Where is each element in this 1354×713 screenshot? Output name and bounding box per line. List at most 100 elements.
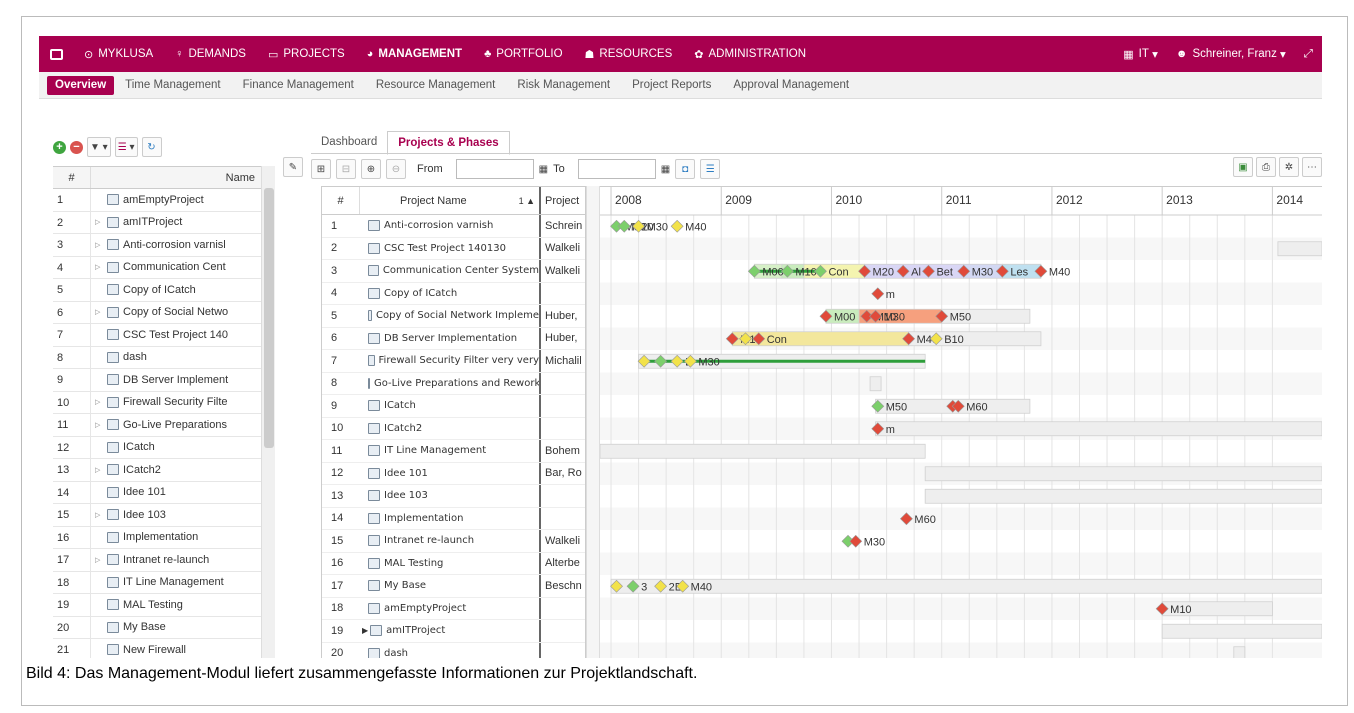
gantt-row[interactable]: 14 Implementation: [322, 507, 585, 530]
settings-icon[interactable]: ✲: [1279, 157, 1299, 177]
expand-icon[interactable]: ▷: [95, 511, 107, 519]
gantt-row[interactable]: 15 Intranet re-launch Walkeli: [322, 530, 585, 553]
tree-row[interactable]: 4 ▷ Communication Cent: [53, 256, 275, 279]
calendar-icon[interactable]: ▦: [539, 164, 548, 175]
gantt-row[interactable]: 8 Go-Live Preparations and Rework: [322, 372, 585, 395]
gantt-row[interactable]: 18 amEmptyProject: [322, 597, 585, 620]
tab-projects-phases[interactable]: Projects & Phases: [387, 131, 510, 155]
gantt-row[interactable]: 7 Firewall Security Filter very very Micha…: [322, 350, 585, 373]
gantt-row[interactable]: 16 MAL Testing Alterbe: [322, 552, 585, 575]
nav-portfolio[interactable]: ♣ PORTFOLIO: [473, 36, 573, 72]
expand-icon[interactable]: ▷: [95, 241, 107, 249]
collapse-panel-button[interactable]: ✎: [283, 157, 303, 177]
tree-row[interactable]: 7 CSC Test Project 140: [53, 324, 275, 347]
export-icon[interactable]: ▣: [1233, 157, 1253, 177]
tree-row[interactable]: 18 IT Line Management: [53, 571, 275, 594]
filter-dropdown[interactable]: ▼ ▾: [87, 137, 111, 157]
view-dropdown[interactable]: ☰ ▾: [114, 137, 138, 157]
year-label: 2008: [615, 193, 642, 207]
apply-filter-button[interactable]: ◘: [675, 159, 696, 179]
gantt-row[interactable]: 13 Idee 103: [322, 485, 585, 508]
gantt-row[interactable]: 3 Communication Center System Walkeli: [322, 260, 585, 283]
tree-row[interactable]: 6 ▷ Copy of Social Netwo: [53, 301, 275, 324]
expand-icon[interactable]: ▷: [95, 421, 107, 429]
gantt-row[interactable]: 2 CSC Test Project 140130 Walkeli: [322, 237, 585, 260]
tree-row[interactable]: 9 DB Server Implement: [53, 369, 275, 392]
expand-icon[interactable]: ▷: [95, 556, 107, 564]
col-project-manager-header[interactable]: Project: [541, 187, 585, 214]
subnav-overview[interactable]: Overview: [47, 75, 115, 95]
nav-resources[interactable]: ☗ RESOURCES: [574, 36, 684, 72]
left-scrollbar[interactable]: [261, 166, 275, 658]
tree-row[interactable]: 17 ▷ Intranet re-launch: [53, 549, 275, 572]
nav-management[interactable]: ◕ MANAGEMENT: [356, 36, 473, 72]
tree-row[interactable]: 19 MAL Testing: [53, 594, 275, 617]
nav-administration[interactable]: ✿ ADMINISTRATION: [683, 36, 817, 72]
user-menu[interactable]: ☻ Schreiner, Franz ▾: [1167, 36, 1295, 72]
collapse-all-button[interactable]: ⊟: [336, 159, 356, 179]
expand-icon[interactable]: ▶: [362, 626, 368, 635]
fullscreen-icon[interactable]: ⤢: [1295, 36, 1322, 72]
more-icon[interactable]: ⋯: [1302, 157, 1322, 177]
list-view-button[interactable]: ☰: [700, 159, 721, 179]
gantt-row[interactable]: 5 Copy of Social Network Impleme Huber,: [322, 305, 585, 328]
add-icon[interactable]: +: [53, 140, 66, 154]
home-icon[interactable]: [39, 36, 73, 72]
gantt-row[interactable]: 12 Idee 101 Bar, Ro: [322, 462, 585, 485]
col-name-header[interactable]: Name: [91, 167, 275, 188]
expand-icon[interactable]: ▷: [95, 466, 107, 474]
print-icon[interactable]: ⎙: [1256, 157, 1276, 177]
subnav-time-management[interactable]: Time Management: [114, 79, 231, 91]
col-number-header[interactable]: #: [322, 187, 360, 214]
gantt-row[interactable]: 11 IT Line Management Bohem: [322, 440, 585, 463]
col-number-header[interactable]: #: [53, 167, 91, 188]
expand-icon[interactable]: ▷: [95, 218, 107, 226]
col-project-name-header[interactable]: Project Name 1 ▲: [360, 187, 541, 214]
gantt-row[interactable]: 10 ICatch2: [322, 417, 585, 440]
tree-row[interactable]: 2 ▷ amITProject: [53, 211, 275, 234]
calendar-icon[interactable]: ▦: [661, 164, 670, 175]
tree-row[interactable]: 20 My Base: [53, 616, 275, 639]
subnav-risk-management[interactable]: Risk Management: [506, 79, 621, 91]
tree-row[interactable]: 21 New Firewall: [53, 639, 275, 658]
subnav-approval-management[interactable]: Approval Management: [722, 79, 860, 91]
expand-icon[interactable]: ▷: [95, 263, 107, 271]
gantt-row[interactable]: 19 ▶ amITProject: [322, 620, 585, 643]
it-menu[interactable]: ▦ IT ▾: [1114, 36, 1167, 72]
tree-row[interactable]: 14 Idee 101: [53, 481, 275, 504]
subnav-resource-management[interactable]: Resource Management: [365, 79, 507, 91]
gantt-row[interactable]: 9 ICatch: [322, 395, 585, 418]
tree-row[interactable]: 3 ▷ Anti-corrosion varnisl: [53, 234, 275, 257]
gantt-row[interactable]: 20 dash: [322, 642, 585, 658]
tree-row[interactable]: 10 ▷ Firewall Security Filte: [53, 391, 275, 414]
tree-row[interactable]: 8 dash: [53, 346, 275, 369]
gantt-row[interactable]: 6 DB Server Implementation Huber,: [322, 327, 585, 350]
subnav-project-reports[interactable]: Project Reports: [621, 79, 722, 91]
expand-all-button[interactable]: ⊞: [311, 159, 331, 179]
tree-row[interactable]: 16 Implementation: [53, 526, 275, 549]
tree-row[interactable]: 12 ICatch: [53, 436, 275, 459]
nav-projects[interactable]: ▭ PROJECTS: [257, 36, 356, 72]
gantt-row[interactable]: 1 Anti-corrosion varnish Schrein: [322, 215, 585, 238]
gantt-row[interactable]: 17 My Base Beschn: [322, 575, 585, 598]
milestone-label: M30: [884, 311, 905, 323]
gantt-grid-scrollbar[interactable]: [586, 186, 600, 658]
tab-dashboard[interactable]: Dashboard: [311, 131, 387, 155]
tree-row[interactable]: 13 ▷ ICatch2: [53, 459, 275, 482]
nav-myklusa[interactable]: ⊙ MYKLUSA: [73, 36, 164, 72]
from-date-input[interactable]: [455, 159, 534, 179]
tree-row[interactable]: 11 ▷ Go-Live Preparations: [53, 414, 275, 437]
expand-icon[interactable]: ▷: [95, 308, 107, 316]
tree-row[interactable]: 1 amEmptyProject: [53, 189, 275, 212]
expand-icon[interactable]: ▷: [95, 398, 107, 406]
zoom-out-button[interactable]: ⊖: [386, 159, 406, 179]
zoom-in-button[interactable]: ⊕: [361, 159, 381, 179]
gantt-row[interactable]: 4 Copy of ICatch: [322, 282, 585, 305]
refresh-button[interactable]: ↻: [141, 137, 162, 157]
subnav-finance-management[interactable]: Finance Management: [232, 79, 365, 91]
tree-row[interactable]: 15 ▷ Idee 103: [53, 504, 275, 527]
tree-row[interactable]: 5 Copy of ICatch: [53, 279, 275, 302]
remove-icon[interactable]: −: [70, 140, 83, 154]
nav-demands[interactable]: ♀ DEMANDS: [164, 36, 257, 72]
to-date-input[interactable]: [577, 159, 656, 179]
